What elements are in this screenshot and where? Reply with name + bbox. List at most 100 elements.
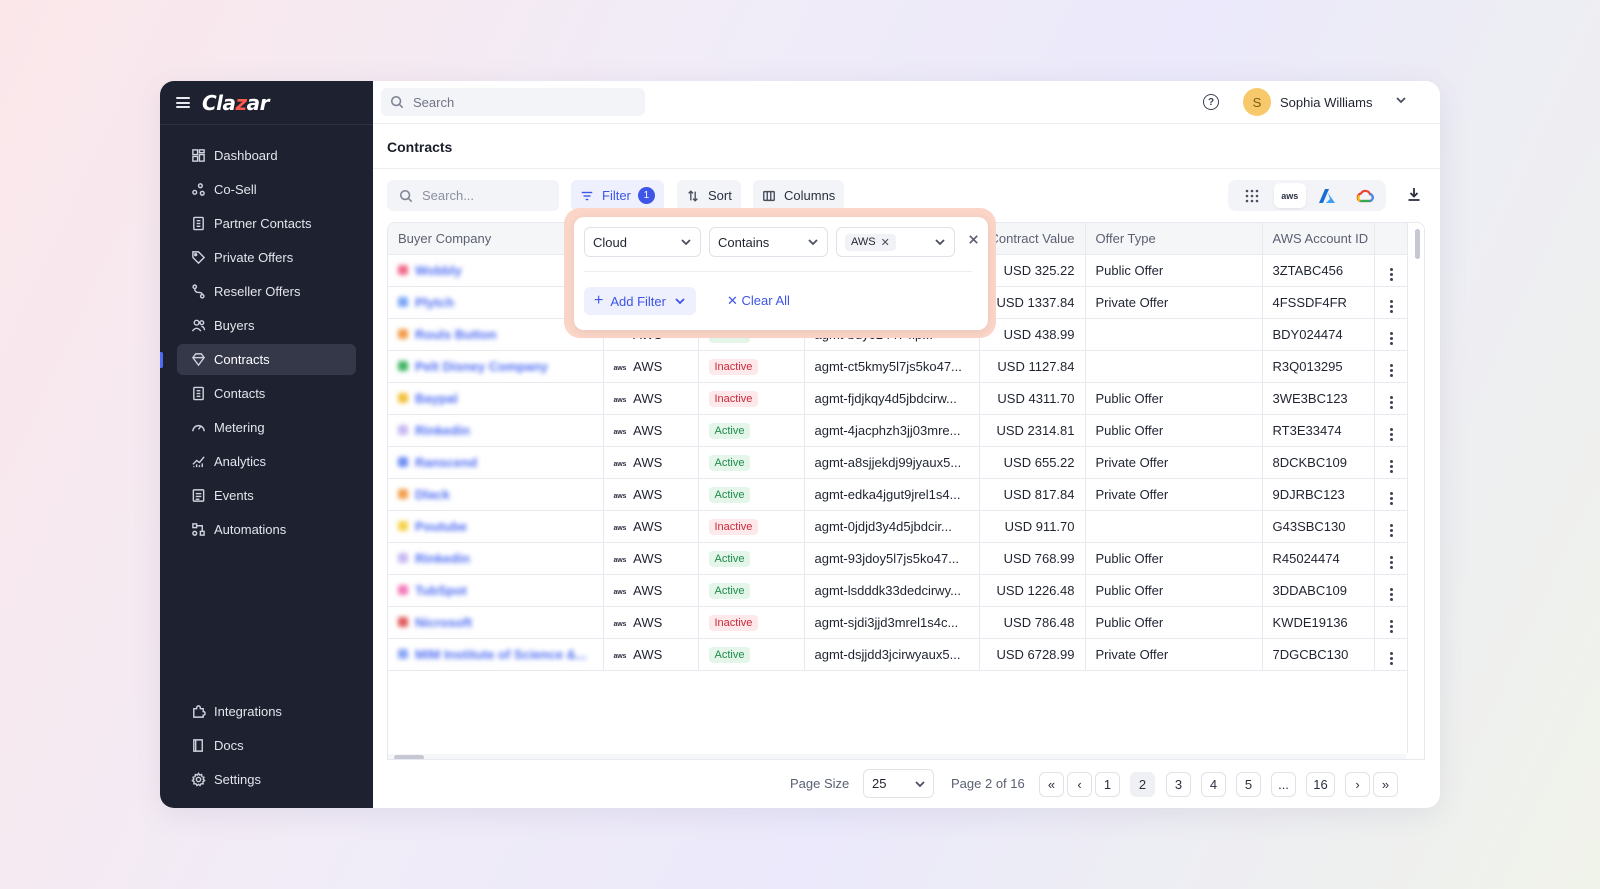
buyer-company-cell[interactable]: Pelt Disney Company — [388, 350, 604, 383]
columns-button[interactable]: Columns — [753, 180, 845, 211]
avatar[interactable]: S — [1243, 88, 1271, 116]
more-options-icon[interactable] — [1389, 556, 1393, 569]
sidebar-item-reseller-offers[interactable]: Reseller Offers — [177, 276, 356, 307]
table-row[interactable]: Dlack aws AWS Active agmt-edka4jgut9jrel1s4.… — [388, 478, 1408, 511]
clazar-logo[interactable]: Clazar — [202, 91, 270, 115]
global-search-input[interactable]: Search — [381, 88, 645, 116]
filter-button[interactable]: Filter 1 — [571, 180, 664, 211]
buyer-company-cell[interactable]: Rinkedin — [388, 542, 604, 575]
filter-value-select[interactable]: AWS ✕ — [836, 227, 955, 257]
sidebar-item-dashboard[interactable]: Dashboard — [177, 140, 356, 171]
buyer-company[interactable]: Rouls Button — [398, 327, 593, 342]
buyer-company-name[interactable]: Nicrosoft — [415, 615, 472, 630]
table-search-input[interactable]: Search... — [387, 180, 559, 211]
sidebar-item-automations[interactable]: Automations — [177, 514, 356, 545]
first-page-button[interactable]: « — [1039, 772, 1064, 797]
column-header[interactable]: Offer Type — [1085, 223, 1263, 255]
next-page-button[interactable]: › — [1345, 772, 1370, 797]
buyer-company[interactable]: Rinkedin — [398, 423, 593, 438]
chevron-down-icon[interactable] — [1395, 94, 1409, 108]
buyer-company-name[interactable]: Poutube — [415, 519, 467, 534]
more-options-icon[interactable] — [1389, 460, 1393, 473]
page-size-select[interactable]: 25 — [863, 769, 934, 798]
buyer-company-name[interactable]: Baypal — [415, 391, 458, 406]
remove-filter-close-icon[interactable] — [967, 233, 983, 249]
sidebar-item-events[interactable]: Events — [177, 480, 356, 511]
page-button[interactable]: 5 — [1236, 772, 1261, 797]
buyer-company-cell[interactable]: Rinkedin — [388, 414, 604, 447]
buyer-company[interactable]: MIM Institute of Science &... — [398, 647, 593, 662]
buyer-company-name[interactable]: Rinkedin — [415, 551, 470, 566]
column-header[interactable]: AWS Account ID — [1262, 223, 1375, 255]
buyer-company[interactable]: Rinkedin — [398, 551, 593, 566]
aws-cloud-option[interactable]: aws — [1273, 183, 1306, 208]
hamburger-menu-icon[interactable] — [176, 97, 190, 108]
table-row[interactable]: Pelt Disney Company aws AWS Inactive agmt-ct… — [388, 350, 1408, 383]
sidebar-item-analytics[interactable]: Analytics — [177, 446, 356, 477]
buyer-company[interactable]: Nicrosoft — [398, 615, 593, 630]
buyer-company[interactable]: Poutube — [398, 519, 593, 534]
more-options-icon[interactable] — [1389, 620, 1393, 633]
buyer-company-cell[interactable]: Baypal — [388, 382, 604, 415]
page-button[interactable]: 3 — [1166, 772, 1191, 797]
buyer-company-name[interactable]: Ranscend — [415, 455, 477, 470]
more-options-icon[interactable] — [1389, 428, 1393, 441]
filter-operator-select[interactable]: Contains — [709, 227, 828, 257]
more-options-icon[interactable] — [1389, 268, 1393, 281]
help-icon[interactable]: ? — [1203, 94, 1219, 110]
buyer-company-cell[interactable]: TubSpot — [388, 574, 604, 607]
buyer-company-name[interactable]: Pelt Disney Company — [415, 359, 548, 374]
table-row[interactable]: Baypal aws AWS Inactive agmt-fjdjkqy4d5jbdci… — [388, 382, 1408, 415]
table-row[interactable]: Nicrosoft aws AWS Inactive agmt-sjdi3jjd3mre… — [388, 606, 1408, 639]
buyer-company-name[interactable]: Rinkedin — [415, 423, 470, 438]
sort-button[interactable]: Sort — [677, 180, 741, 211]
more-options-icon[interactable] — [1389, 652, 1393, 665]
sidebar-item-private-offers[interactable]: Private Offers — [177, 242, 356, 273]
add-filter-button[interactable]: + Add Filter — [584, 287, 696, 315]
table-row[interactable]: MIM Institute of Science &... aws AWS Activ… — [388, 638, 1408, 671]
buyer-company[interactable]: Pelt Disney Company — [398, 359, 593, 374]
download-icon[interactable] — [1406, 186, 1426, 206]
chip-remove-icon[interactable]: ✕ — [881, 236, 890, 249]
buyer-company-name[interactable]: Rouls Button — [415, 327, 497, 342]
page-button[interactable]: 4 — [1201, 772, 1226, 797]
page-button[interactable]: 2 — [1130, 772, 1155, 797]
user-name[interactable]: Sophia Williams — [1280, 95, 1372, 110]
sidebar-item-contracts[interactable]: Contracts — [160, 344, 356, 375]
buyer-company-cell[interactable]: Nicrosoft — [388, 606, 604, 639]
buyer-company-name[interactable]: Wobbly — [415, 263, 462, 278]
buyer-company-cell[interactable]: Ranscend — [388, 446, 604, 479]
sidebar-item-partner-contacts[interactable]: Partner Contacts — [177, 208, 356, 239]
buyer-company-cell[interactable]: MIM Institute of Science &... — [388, 638, 604, 671]
sidebar-item-metering[interactable]: Metering — [177, 412, 356, 443]
page-button[interactable]: 1 — [1095, 772, 1120, 797]
more-options-icon[interactable] — [1389, 300, 1393, 313]
sidebar-item-co-sell[interactable]: Co-Sell — [177, 174, 356, 205]
table-row[interactable]: Rinkedin aws AWS Active agmt-4jacphzh3jj03mr… — [388, 414, 1408, 447]
sidebar-item-buyers[interactable]: Buyers — [177, 310, 356, 341]
filter-field-select[interactable]: Cloud — [584, 227, 701, 257]
table-row[interactable]: TubSpot aws AWS Active agmt-lsdddk33dedcirwy… — [388, 574, 1408, 607]
all-clouds-grid-icon[interactable] — [1236, 183, 1269, 208]
buyer-company-cell[interactable]: Poutube — [388, 510, 604, 543]
more-options-icon[interactable] — [1389, 396, 1393, 409]
buyer-company-name[interactable]: TubSpot — [415, 583, 467, 598]
more-options-icon[interactable] — [1389, 492, 1393, 505]
buyer-company[interactable]: Dlack — [398, 487, 593, 502]
more-options-icon[interactable] — [1389, 588, 1393, 601]
gcp-cloud-option[interactable] — [1349, 183, 1382, 208]
previous-page-button[interactable]: ‹ — [1067, 772, 1092, 797]
sidebar-item-contacts[interactable]: Contacts — [177, 378, 356, 409]
more-options-icon[interactable] — [1389, 332, 1393, 345]
clear-all-button[interactable]: ✕ Clear All — [727, 293, 790, 309]
buyer-company[interactable]: Ranscend — [398, 455, 593, 470]
buyer-company-cell[interactable]: Dlack — [388, 478, 604, 511]
buyer-company-name[interactable]: MIM Institute of Science &... — [415, 647, 587, 662]
vertical-scrollbar[interactable] — [1415, 229, 1420, 259]
buyer-company[interactable]: TubSpot — [398, 583, 593, 598]
azure-cloud-option[interactable] — [1311, 183, 1344, 208]
vertical-scrollbar-track[interactable] — [1407, 223, 1424, 753]
buyer-company-name[interactable]: Dlack — [415, 487, 450, 502]
more-options-icon[interactable] — [1389, 524, 1393, 537]
table-row[interactable]: Rinkedin aws AWS Active agmt-93jdoy5l7js5ko4… — [388, 542, 1408, 575]
